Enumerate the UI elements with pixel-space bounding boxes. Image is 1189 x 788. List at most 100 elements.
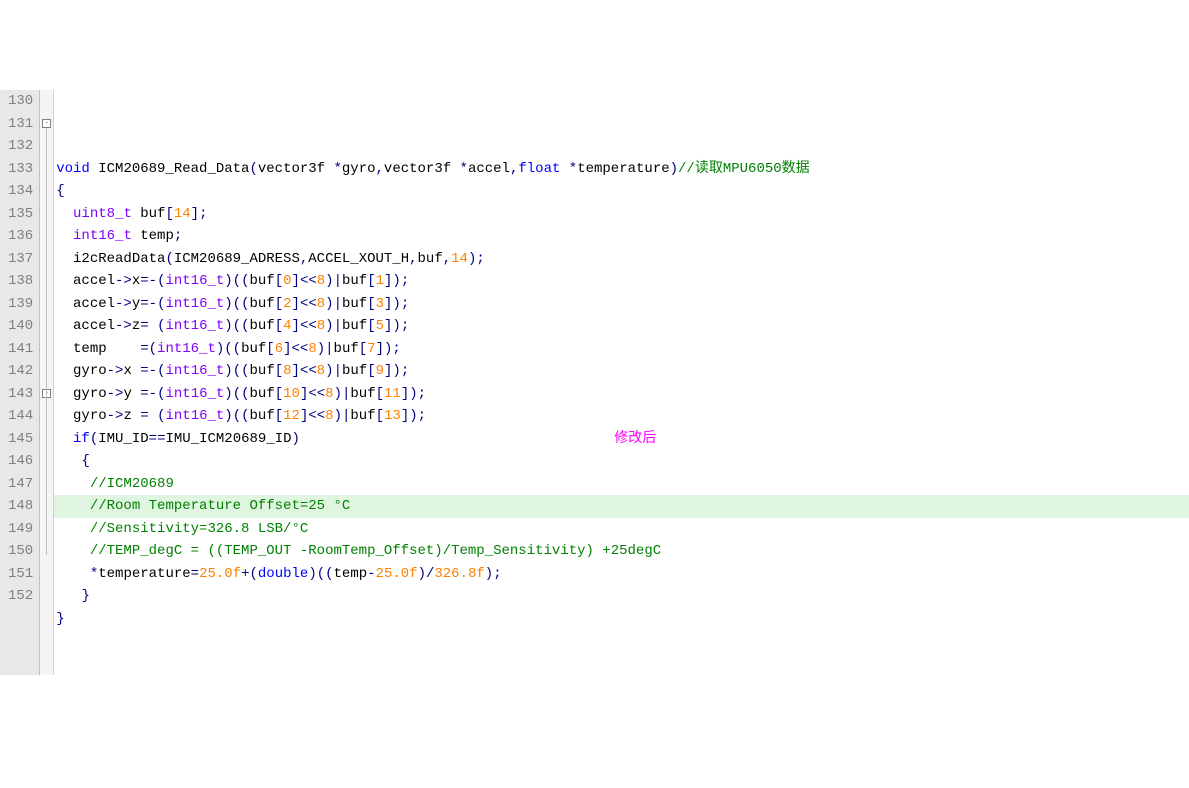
code-line[interactable]: i2cReadData(ICM20689_ADRESS,ACCEL_XOUT_H… <box>54 248 1189 271</box>
code-token: =- <box>140 363 157 379</box>
code-token: 25.0f <box>199 566 241 582</box>
code-token: -> <box>115 273 132 289</box>
code-line[interactable] <box>54 653 1189 676</box>
code-line[interactable]: void ICM20689_Read_Data(vector3f *gyro,v… <box>54 158 1189 181</box>
code-line[interactable]: //ICM20689 <box>54 473 1189 496</box>
code-token: ] <box>401 408 409 424</box>
code-token: )(( <box>216 341 241 357</box>
line-number: 147 <box>8 473 33 496</box>
code-token: << <box>300 318 317 334</box>
code-token: ) <box>409 386 417 402</box>
code-token: ) <box>334 386 342 402</box>
code-line[interactable]: { <box>54 180 1189 203</box>
code-line[interactable]: gyro->z = (int16_t)((buf[12]<<8)|buf[13]… <box>54 405 1189 428</box>
code-line[interactable]: accel->x=-(int16_t)((buf[0]<<8)|buf[1]); <box>54 270 1189 293</box>
code-line[interactable]: *temperature=25.0f+(double)((temp-25.0f)… <box>54 563 1189 586</box>
code-token: ) <box>418 566 426 582</box>
code-token: [ <box>165 206 173 222</box>
code-token: 11 <box>384 386 401 402</box>
line-number: 139 <box>8 293 33 316</box>
code-line[interactable]: //Sensitivity=326.8 LSB/°C <box>54 518 1189 541</box>
line-number: 138 <box>8 270 33 293</box>
code-token: buf <box>334 341 359 357</box>
code-line[interactable] <box>54 630 1189 653</box>
code-token: | <box>325 341 333 357</box>
code-token: IMU_ICM20689_ID <box>165 431 291 447</box>
code-token: ] <box>283 341 291 357</box>
code-token: , <box>443 251 451 267</box>
code-token: z <box>132 318 140 334</box>
code-token: = <box>140 408 157 424</box>
code-token: = <box>191 566 199 582</box>
code-token: )(( <box>224 318 249 334</box>
code-token: ; <box>392 341 400 357</box>
fold-toggle[interactable]: - <box>42 119 51 128</box>
code-token: =- <box>140 273 157 289</box>
code-line[interactable]: } <box>54 608 1189 631</box>
code-token: buf <box>418 251 443 267</box>
code-line[interactable]: //TEMP_degC = ((TEMP_OUT -RoomTemp_Offse… <box>54 540 1189 563</box>
code-token: - <box>367 566 375 582</box>
code-token: [ <box>359 341 367 357</box>
code-token: ) <box>392 363 400 379</box>
code-token: 13 <box>384 408 401 424</box>
code-token: ] <box>292 363 300 379</box>
code-token: [ <box>275 273 283 289</box>
code-editor[interactable]: 1301311321331341351361371381391401411421… <box>0 90 1189 675</box>
code-token: << <box>292 341 309 357</box>
code-token: ICM20689_ADRESS <box>174 251 300 267</box>
code-token <box>56 453 81 469</box>
code-token: ICM20689_Read_Data <box>98 161 249 177</box>
code-token: 8 <box>317 273 325 289</box>
code-token: ) <box>670 161 678 177</box>
code-token: ACCEL_XOUT_H <box>308 251 409 267</box>
code-token: [ <box>275 408 283 424</box>
code-token: ) <box>392 296 400 312</box>
code-token: ) <box>325 363 333 379</box>
line-number: 144 <box>8 405 33 428</box>
code-token: , <box>376 161 384 177</box>
code-token: 1 <box>376 273 384 289</box>
code-token: ] <box>292 273 300 289</box>
code-token: << <box>300 273 317 289</box>
code-token: gyro <box>56 408 106 424</box>
code-token: buf <box>250 408 275 424</box>
code-area[interactable]: 修改后 void ICM20689_Read_Data(vector3f *gy… <box>54 90 1189 675</box>
code-line[interactable]: { <box>54 450 1189 473</box>
code-token: )(( <box>224 273 249 289</box>
code-line[interactable]: accel->z= (int16_t)((buf[4]<<8)|buf[5]); <box>54 315 1189 338</box>
code-line[interactable]: //Room Temperature Offset=25 °C <box>54 495 1189 518</box>
code-token: buf <box>250 296 275 312</box>
code-token: )(( <box>224 386 249 402</box>
code-line[interactable]: uint8_t buf[14]; <box>54 203 1189 226</box>
code-line[interactable]: } <box>54 585 1189 608</box>
code-token: [ <box>275 296 283 312</box>
code-token: [ <box>266 341 274 357</box>
code-token: -> <box>107 408 124 424</box>
code-token <box>56 228 73 244</box>
line-number: 132 <box>8 135 33 158</box>
code-token: i2cReadData <box>56 251 165 267</box>
code-token: 2 <box>283 296 291 312</box>
code-line[interactable]: int16_t temp; <box>54 225 1189 248</box>
code-token: accel <box>56 318 115 334</box>
code-token: 6 <box>275 341 283 357</box>
code-line[interactable]: temp =(int16_t)((buf[6]<<8)|buf[7]); <box>54 338 1189 361</box>
code-token: buf <box>342 296 367 312</box>
code-token: 12 <box>283 408 300 424</box>
code-token: accel <box>56 296 115 312</box>
code-token <box>56 431 73 447</box>
code-token: ] <box>401 386 409 402</box>
code-token <box>56 543 90 559</box>
code-line[interactable]: gyro->y =-(int16_t)((buf[10]<<8)|buf[11]… <box>54 383 1189 406</box>
code-line[interactable]: accel->y=-(int16_t)((buf[2]<<8)|buf[3]); <box>54 293 1189 316</box>
code-token: int16_t <box>165 318 224 334</box>
code-token: IMU_ID <box>98 431 148 447</box>
code-token: ; <box>401 318 409 334</box>
fold-margin[interactable]: -- <box>40 90 54 675</box>
line-number: 134 <box>8 180 33 203</box>
code-token: y <box>123 386 140 402</box>
code-token: 14 <box>451 251 468 267</box>
code-token: buf <box>250 386 275 402</box>
code-line[interactable]: gyro->x =-(int16_t)((buf[8]<<8)|buf[9]); <box>54 360 1189 383</box>
